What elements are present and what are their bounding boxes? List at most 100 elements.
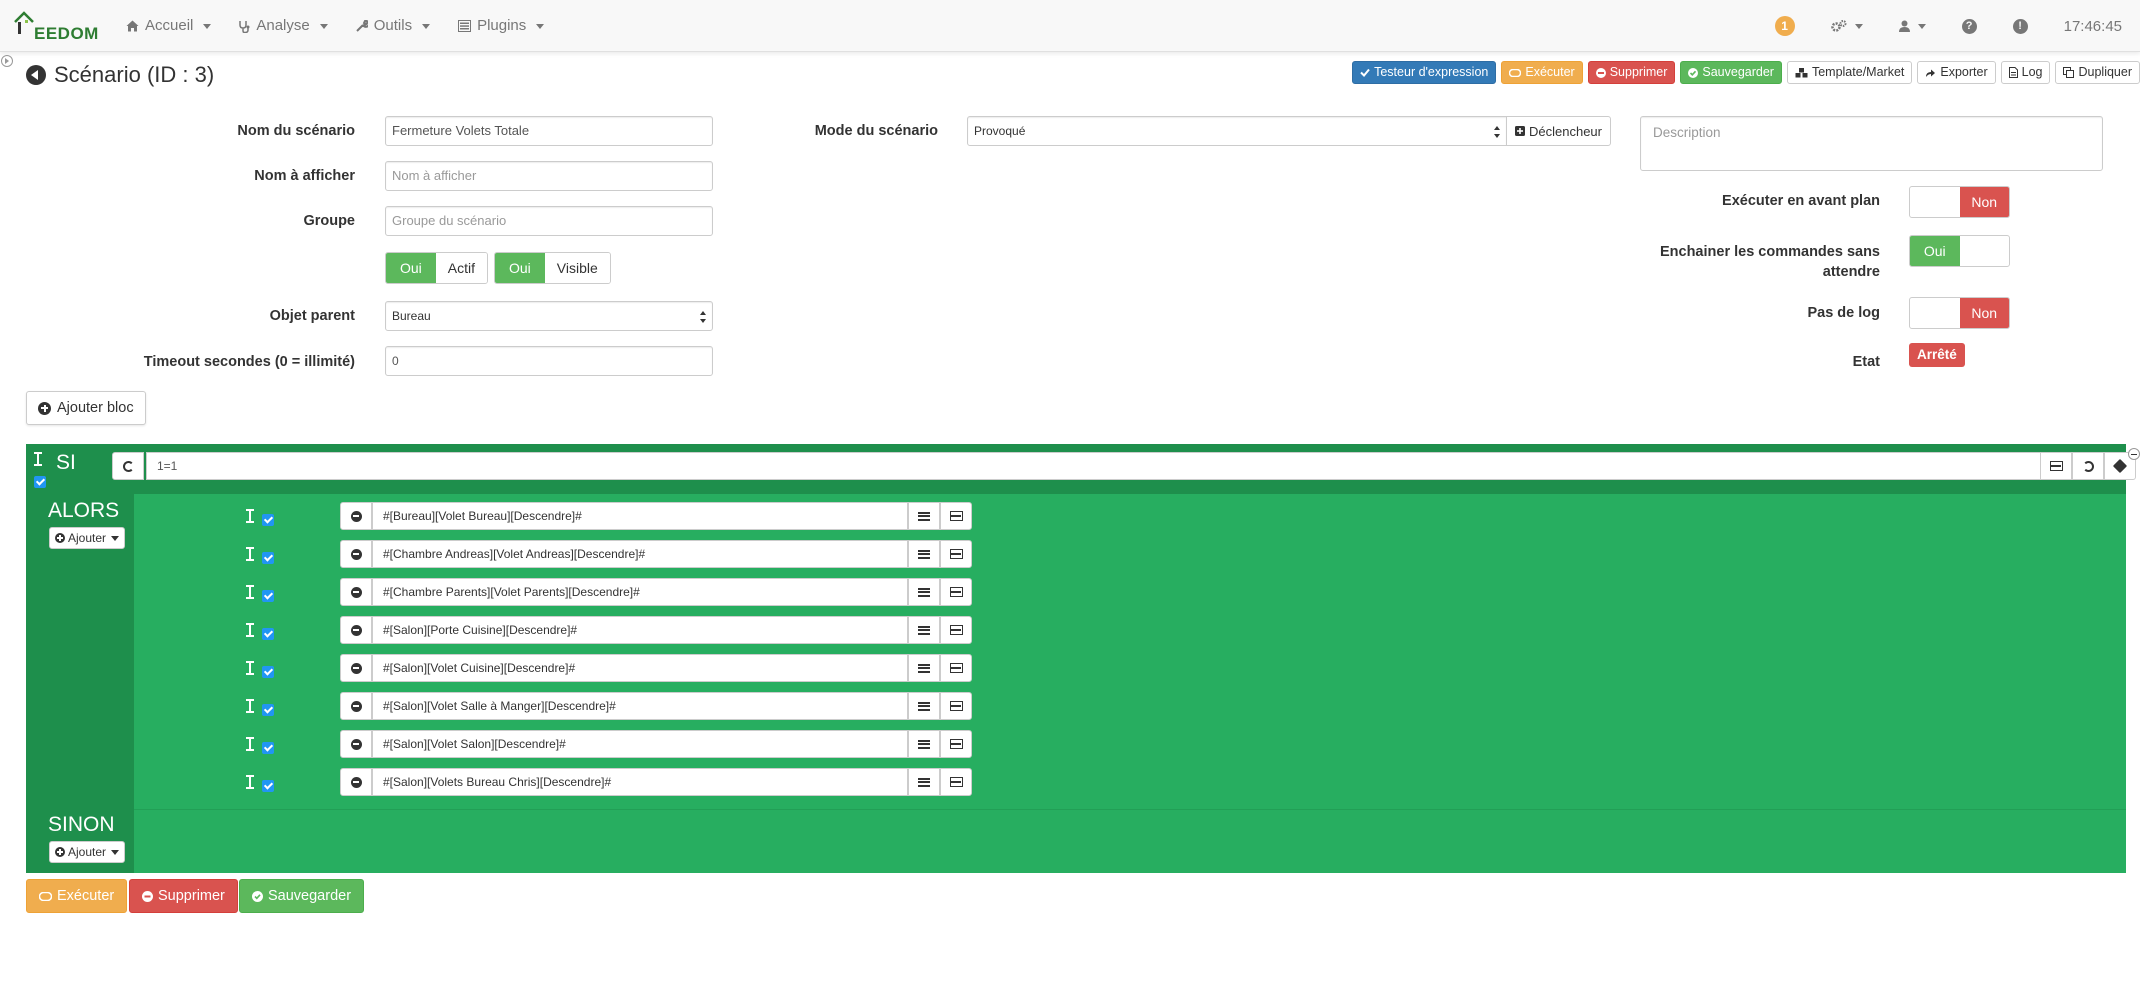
group-input[interactable]: Groupe du scénario: [385, 206, 713, 236]
action-select-command-button[interactable]: [940, 578, 972, 606]
display-name-input[interactable]: Nom à afficher: [385, 161, 713, 191]
parent-object-select[interactable]: Bureau: [385, 301, 713, 331]
action-command-input[interactable]: #[Salon][Volet Cuisine][Descendre]#: [372, 654, 908, 682]
action-options-button[interactable]: [908, 540, 940, 568]
menu-plugins[interactable]: Plugins: [444, 0, 558, 52]
save-button[interactable]: Sauvegarder: [1680, 61, 1782, 84]
text-cursor-icon[interactable]: [246, 775, 254, 789]
delete-button[interactable]: Supprimer: [1587, 61, 1676, 84]
action-command-input[interactable]: #[Bureau][Volet Bureau][Descendre]#: [372, 502, 908, 530]
action-select-command-button[interactable]: [940, 540, 972, 568]
remove-action-button[interactable]: [340, 616, 372, 644]
trigger-button[interactable]: Déclencheur: [1506, 116, 1611, 146]
list-alt-icon: [949, 625, 963, 635]
info-button[interactable]: !: [1995, 0, 2046, 52]
settings-menu[interactable]: [1813, 0, 1881, 52]
refresh-button[interactable]: [112, 452, 144, 480]
remove-action-button[interactable]: [340, 540, 372, 568]
visible-toggle-on[interactable]: Oui: [495, 253, 545, 283]
remove-action-button[interactable]: [340, 654, 372, 682]
action-enable-checkbox[interactable]: [262, 628, 274, 640]
text-cursor-icon[interactable]: [246, 585, 254, 599]
no-log-switch[interactable]: Non: [1909, 297, 2010, 329]
active-toggle[interactable]: Oui Actif: [385, 252, 489, 284]
add-block-button[interactable]: Ajouter bloc: [26, 391, 146, 425]
action-options-button[interactable]: [908, 502, 940, 530]
footer-save-button[interactable]: Sauvegarder: [239, 879, 365, 913]
minus-circle-icon: [350, 738, 362, 750]
template-market-button[interactable]: Template/Market: [1786, 61, 1913, 84]
menu-analyse[interactable]: Analyse: [225, 0, 341, 52]
action-command-input[interactable]: #[Chambre Andreas][Volet Andreas][Descen…: [372, 540, 908, 568]
export-button[interactable]: Exporter: [1917, 61, 1996, 84]
log-button[interactable]: Log: [2000, 61, 2051, 84]
list-icon: [918, 663, 930, 673]
sidebar-toggle-icon[interactable]: [1, 55, 13, 67]
remove-action-button[interactable]: [340, 578, 372, 606]
menu-outils[interactable]: Outils: [342, 0, 444, 52]
description-textarea[interactable]: Description: [1640, 116, 2103, 171]
condition-list-button[interactable]: [2040, 452, 2072, 480]
action-options-button[interactable]: [908, 654, 940, 682]
text-cursor-icon[interactable]: [246, 737, 254, 751]
text-cursor-icon[interactable]: [246, 547, 254, 561]
text-cursor-icon[interactable]: [34, 452, 42, 466]
foreground-switch[interactable]: Non: [1909, 186, 2010, 218]
chain-commands-switch[interactable]: Oui: [1909, 235, 2010, 267]
arrow-circle-left-icon[interactable]: [26, 65, 46, 85]
scenario-mode-select[interactable]: Provoqué: [967, 116, 1507, 146]
action-enable-checkbox[interactable]: [262, 742, 274, 754]
menu-accueil[interactable]: Accueil: [112, 0, 225, 52]
action-select-command-button[interactable]: [940, 768, 972, 796]
active-toggle-on[interactable]: Oui: [386, 253, 436, 283]
execute-button[interactable]: Exécuter: [1501, 61, 1583, 84]
remove-action-button[interactable]: [340, 502, 372, 530]
scenario-name-input[interactable]: Fermeture Volets Totale: [385, 116, 713, 146]
else-add-dropdown[interactable]: Ajouter: [49, 841, 126, 863]
duplicate-button[interactable]: Dupliquer: [2055, 61, 2140, 84]
condition-history-button[interactable]: [2072, 452, 2104, 480]
action-select-command-button[interactable]: [940, 730, 972, 758]
action-select-command-button[interactable]: [940, 616, 972, 644]
action-enable-checkbox[interactable]: [262, 666, 274, 678]
action-command-input[interactable]: #[Chambre Parents][Volet Parents][Descen…: [372, 578, 908, 606]
action-options-button[interactable]: [908, 768, 940, 796]
action-enable-checkbox[interactable]: [262, 590, 274, 602]
text-cursor-icon[interactable]: [246, 623, 254, 637]
notifications[interactable]: 1: [1757, 0, 1813, 52]
remove-action-button[interactable]: [340, 692, 372, 720]
remove-action-button[interactable]: [340, 768, 372, 796]
then-add-dropdown[interactable]: Ajouter: [49, 527, 126, 549]
footer-delete-button[interactable]: Supprimer: [129, 879, 238, 913]
visible-toggle[interactable]: Oui Visible: [494, 252, 611, 284]
condition-input[interactable]: 1=1: [146, 452, 2050, 480]
action-select-command-button[interactable]: [940, 654, 972, 682]
action-command-input[interactable]: #[Salon][Volets Bureau Chris][Descendre]…: [372, 768, 908, 796]
text-cursor-icon[interactable]: [246, 699, 254, 713]
jeedom-logo[interactable]: EEDOM: [12, 8, 98, 44]
help-button[interactable]: ?: [1944, 0, 1995, 52]
action-select-command-button[interactable]: [940, 502, 972, 530]
action-command-input[interactable]: #[Salon][Volet Salle à Manger][Descendre…: [372, 692, 908, 720]
action-command-input[interactable]: #[Salon][Volet Salon][Descendre]#: [372, 730, 908, 758]
action-command-input[interactable]: #[Salon][Porte Cuisine][Descendre]#: [372, 616, 908, 644]
action-row: #[Bureau][Volet Bureau][Descendre]#: [340, 502, 974, 530]
expression-tester-button[interactable]: Testeur d'expression: [1352, 61, 1497, 84]
action-enable-checkbox[interactable]: [262, 514, 274, 526]
text-cursor-icon[interactable]: [246, 661, 254, 675]
action-select-command-button[interactable]: [940, 692, 972, 720]
user-menu[interactable]: [1881, 0, 1944, 52]
action-options-button[interactable]: [908, 730, 940, 758]
block-enable-checkbox[interactable]: [34, 476, 46, 488]
action-options-button[interactable]: [908, 616, 940, 644]
action-enable-checkbox[interactable]: [262, 704, 274, 716]
action-options-button[interactable]: [908, 578, 940, 606]
action-options-button[interactable]: [908, 692, 940, 720]
text-cursor-icon[interactable]: [246, 509, 254, 523]
footer-execute-button[interactable]: Exécuter: [26, 879, 128, 913]
collapse-block-icon[interactable]: [2128, 448, 2140, 460]
timeout-input[interactable]: 0: [385, 346, 713, 376]
remove-action-button[interactable]: [340, 730, 372, 758]
action-enable-checkbox[interactable]: [262, 780, 274, 792]
action-enable-checkbox[interactable]: [262, 552, 274, 564]
